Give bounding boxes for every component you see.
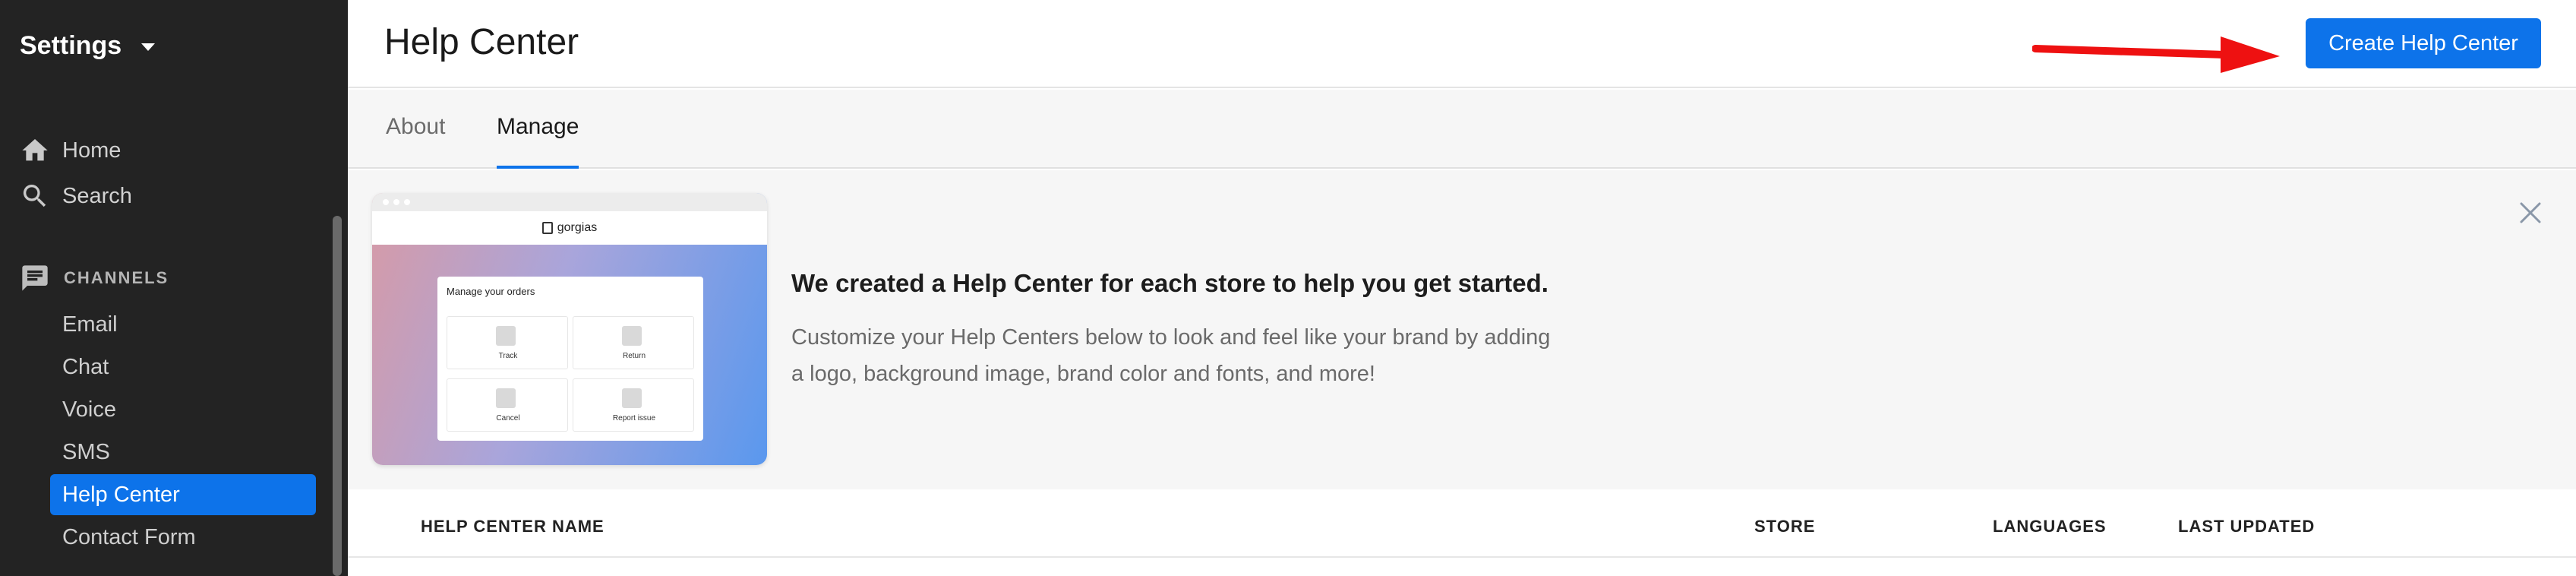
preview-tile: Return bbox=[573, 316, 694, 369]
page-header: Help Center Create Help Center bbox=[348, 0, 2576, 88]
preview-tile: Cancel bbox=[447, 378, 568, 432]
column-header-store[interactable]: STORE bbox=[1754, 517, 1815, 536]
home-icon bbox=[22, 139, 48, 161]
tab-about[interactable]: About bbox=[386, 114, 445, 169]
banner-description: Customize your Help Centers below to loo… bbox=[791, 325, 1551, 386]
sidebar-item-label: SMS bbox=[62, 439, 110, 464]
browser-chrome bbox=[372, 193, 767, 211]
preview-tile: Report issue bbox=[573, 378, 694, 432]
sidebar-item-chat[interactable]: Chat bbox=[50, 347, 316, 388]
sidebar-item-label: Email bbox=[62, 312, 118, 337]
sidebar-title: Settings bbox=[20, 30, 122, 60]
gorgias-logo-icon bbox=[541, 222, 553, 234]
sidebar-item-label: Help Center bbox=[62, 482, 180, 507]
close-icon[interactable] bbox=[2517, 199, 2544, 226]
sidebar: Settings Home Search CHANNELS Email Chat… bbox=[0, 0, 348, 576]
banner-title: We created a Help Center for each store … bbox=[791, 269, 1548, 297]
preview-navbar: gorgias bbox=[372, 211, 767, 245]
settings-menu-toggle[interactable]: Settings bbox=[20, 27, 156, 64]
preview-tile-label: Cancel bbox=[496, 414, 520, 423]
package-icon bbox=[496, 326, 516, 346]
sidebar-item-sms[interactable]: SMS bbox=[50, 432, 316, 473]
sidebar-item-label: Voice bbox=[62, 397, 116, 422]
sidebar-item-home[interactable]: Home bbox=[20, 131, 121, 170]
package-icon bbox=[496, 388, 516, 408]
page-title: Help Center bbox=[384, 22, 579, 62]
window-dot-icon bbox=[404, 199, 410, 205]
onboarding-banner: gorgias Manage your orders Track Return … bbox=[348, 170, 2576, 489]
create-help-center-button[interactable]: Create Help Center bbox=[2306, 18, 2541, 68]
preview-brand: gorgias bbox=[557, 221, 598, 234]
package-icon bbox=[622, 326, 642, 346]
sidebar-item-search[interactable]: Search bbox=[20, 176, 132, 216]
sidebar-item-label: Chat bbox=[62, 354, 109, 379]
preview-tile-label: Return bbox=[622, 352, 646, 360]
red-arrow-annotation-icon bbox=[2032, 36, 2280, 73]
window-dot-icon bbox=[393, 199, 399, 205]
preview-card: Manage your orders Track Return Cancel R… bbox=[437, 277, 703, 441]
column-header-last-updated[interactable]: LAST UPDATED bbox=[2178, 517, 2315, 536]
tab-manage[interactable]: Manage bbox=[497, 114, 579, 169]
window-dot-icon bbox=[383, 199, 389, 205]
preview-tile-label: Track bbox=[498, 352, 518, 360]
tab-bar: About Manage bbox=[348, 90, 2576, 169]
preview-tile-label: Report issue bbox=[612, 414, 656, 423]
sidebar-item-label: Contact Form bbox=[62, 524, 196, 549]
preview-tile: Track bbox=[447, 316, 568, 369]
channels-section-header: CHANNELS bbox=[20, 263, 169, 293]
section-label: CHANNELS bbox=[64, 268, 169, 287]
column-header-name[interactable]: HELP CENTER NAME bbox=[421, 517, 605, 536]
package-icon bbox=[622, 388, 642, 408]
caret-down-icon bbox=[141, 43, 156, 51]
sidebar-item-email[interactable]: Email bbox=[50, 304, 316, 345]
sidebar-item-label: Home bbox=[62, 138, 122, 163]
sidebar-scrollbar[interactable] bbox=[333, 216, 342, 576]
search-icon bbox=[23, 185, 46, 207]
sidebar-item-voice[interactable]: Voice bbox=[50, 389, 316, 430]
help-center-table-header: HELP CENTER NAME STORE LANGUAGES LAST UP… bbox=[348, 491, 2576, 558]
chat-bubble-icon bbox=[22, 265, 48, 291]
help-center-preview-image: gorgias Manage your orders Track Return … bbox=[372, 193, 767, 465]
preview-card-title: Manage your orders bbox=[447, 286, 535, 297]
sidebar-item-label: Search bbox=[62, 183, 132, 208]
sidebar-item-contact-form[interactable]: Contact Form bbox=[50, 517, 316, 558]
sidebar-item-help-center[interactable]: Help Center bbox=[50, 474, 316, 515]
column-header-languages[interactable]: LANGUAGES bbox=[1993, 517, 2107, 536]
